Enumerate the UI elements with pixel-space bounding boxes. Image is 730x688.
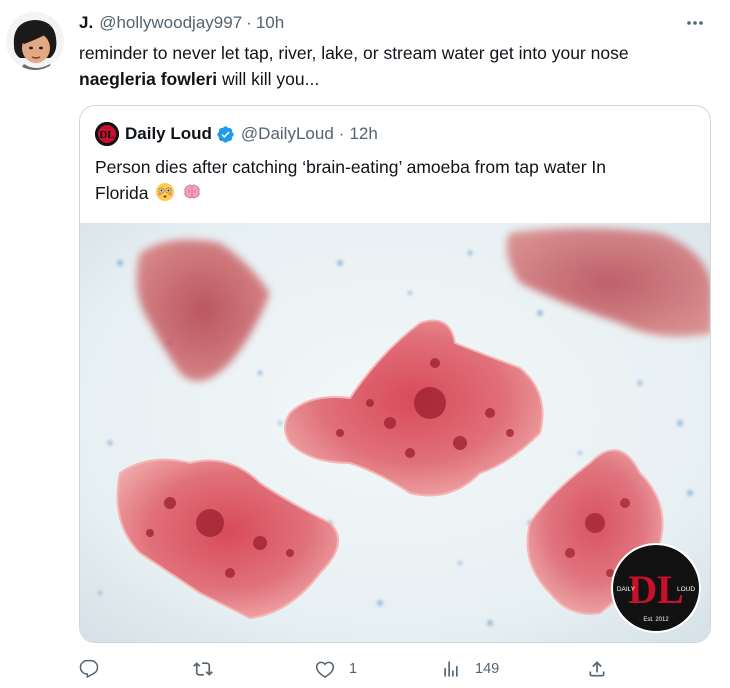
reply-button[interactable] bbox=[79, 655, 113, 683]
share-button[interactable] bbox=[587, 655, 607, 683]
like-button[interactable]: 1 bbox=[315, 655, 357, 683]
author-handle[interactable]: @hollywoodjay997 bbox=[99, 13, 242, 33]
quote-text: Person dies after catching ‘brain-eating… bbox=[95, 154, 695, 206]
quote-text-line2: Florida bbox=[95, 183, 149, 203]
avatar[interactable] bbox=[6, 12, 64, 70]
views-icon bbox=[444, 661, 458, 677]
share-icon bbox=[589, 661, 605, 677]
reply-icon bbox=[79, 659, 99, 679]
quote-time[interactable]: 12h bbox=[349, 124, 377, 144]
daily-loud-badge: DL DAILY LOUD Est. 2012 bbox=[611, 543, 701, 633]
like-count: 1 bbox=[349, 661, 358, 677]
tweet-text-line1: reminder to never let tap, river, lake, … bbox=[79, 43, 629, 63]
badge-left-text: DAILY bbox=[617, 586, 636, 593]
tweet-text-bold: naegleria fowleri bbox=[79, 69, 218, 89]
tweet-header: J. @hollywoodjay997 · 10h bbox=[79, 12, 710, 34]
views-count: 149 bbox=[475, 661, 500, 677]
brain-emoji bbox=[184, 184, 200, 199]
quote-logo-text: DL bbox=[99, 129, 114, 141]
retweet-button[interactable] bbox=[193, 655, 227, 683]
quote-separator: · bbox=[338, 124, 345, 143]
badge-bottom-text: Est. 2012 bbox=[643, 617, 669, 623]
more-icon[interactable] bbox=[680, 10, 710, 36]
views-button[interactable]: 149 bbox=[441, 655, 499, 683]
author-name[interactable]: J. bbox=[79, 13, 93, 33]
like-icon bbox=[315, 661, 335, 679]
badge-right-text: LOUD bbox=[677, 586, 695, 593]
quote-avatar: DL bbox=[95, 122, 119, 146]
action-bar: 1 149 bbox=[79, 655, 619, 683]
verified-icon bbox=[217, 125, 234, 143]
quote-media-image[interactable]: DL DAILY LOUD Est. 2012 bbox=[80, 223, 710, 642]
badge-logo-text: DL bbox=[628, 567, 684, 612]
quote-text-line1: Person dies after catching ‘brain-eating… bbox=[95, 157, 607, 177]
tweet-time[interactable]: 10h bbox=[256, 13, 284, 33]
separator: · bbox=[246, 13, 252, 32]
tweet-text-rest: will kill you... bbox=[217, 69, 320, 89]
quoted-tweet[interactable]: DL Daily Loud @DailyLoud · 12h Person di… bbox=[79, 105, 711, 643]
tweet-text: reminder to never let tap, river, lake, … bbox=[79, 40, 709, 92]
retweet-icon bbox=[193, 662, 213, 676]
flushed-face-emoji bbox=[156, 183, 175, 201]
quote-author-name[interactable]: Daily Loud bbox=[125, 124, 212, 144]
quote-header: DL Daily Loud @DailyLoud · 12h bbox=[95, 122, 378, 146]
quote-author-handle[interactable]: @DailyLoud bbox=[241, 124, 334, 144]
